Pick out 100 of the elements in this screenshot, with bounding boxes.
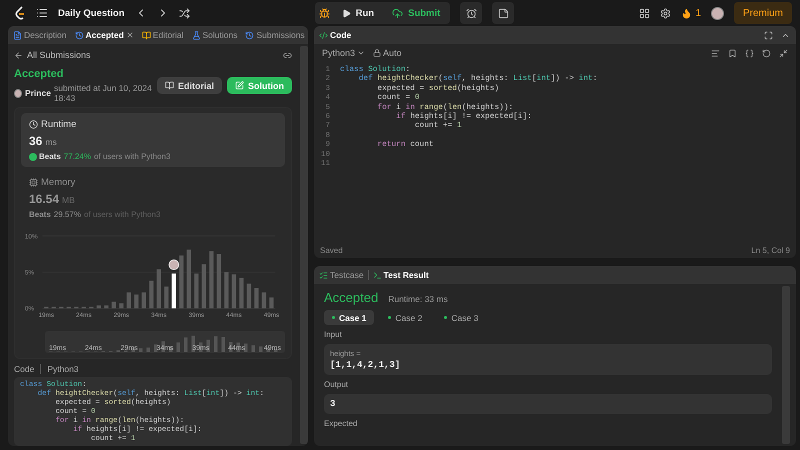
tab[interactable]: Submissions	[242, 30, 308, 40]
avatar	[168, 259, 180, 270]
histogram-bar	[172, 274, 176, 308]
back-arrow-icon[interactable]	[14, 50, 23, 60]
auto-mode-toggle[interactable]: Auto	[373, 48, 402, 58]
code-icon	[319, 30, 328, 40]
scrollbar[interactable]	[782, 286, 790, 444]
tab[interactable]: Test Result	[370, 270, 432, 280]
page-title[interactable]: Daily Question	[58, 8, 125, 18]
play-icon	[342, 8, 351, 18]
checklist-icon	[319, 270, 328, 280]
tab[interactable]: Testcase	[316, 270, 367, 280]
collapse-icon[interactable]	[779, 48, 788, 58]
avatar[interactable]	[711, 6, 724, 20]
histogram-bar	[239, 278, 244, 308]
avatar	[14, 88, 22, 98]
language-label: Python3	[47, 364, 79, 374]
cloud-upload-icon	[392, 8, 404, 18]
stat-label: Runtime	[29, 119, 277, 130]
save-status: Saved	[320, 246, 343, 255]
histogram-bar	[142, 292, 146, 308]
histogram-bar	[164, 286, 169, 308]
histogram-bar	[119, 303, 124, 308]
settings-icon[interactable]	[660, 8, 672, 18]
code-label: Code	[14, 364, 34, 374]
premium-button[interactable]: Premium	[734, 2, 792, 24]
submission-status: Accepted	[14, 68, 65, 80]
book-icon	[164, 81, 174, 90]
histogram-bar	[126, 292, 131, 308]
histogram-bar	[112, 302, 116, 308]
clock-icon	[29, 120, 38, 129]
chevron-down-icon	[357, 49, 366, 57]
stat-card[interactable]: Runtime 36 ms Beats 77.24% of users with Python3	[21, 113, 285, 167]
tab[interactable]: Description	[10, 30, 70, 40]
beats-label: Beats	[39, 152, 61, 161]
reset-icon[interactable]	[762, 48, 771, 58]
terminal-icon	[372, 270, 382, 280]
beats-label: Beats	[29, 210, 51, 219]
histogram-bar	[269, 297, 274, 308]
braces-icon[interactable]	[745, 48, 754, 58]
histogram-bar	[216, 254, 222, 308]
flame-icon	[681, 8, 692, 18]
cursor-position: Ln 5, Col 9	[751, 246, 790, 255]
tab[interactable]: Editorial	[138, 30, 187, 40]
case-tab[interactable]: Case 1	[324, 310, 374, 325]
histogram-bar	[134, 294, 138, 308]
history-icon	[245, 30, 254, 40]
histogram-bar	[254, 288, 259, 308]
note-button[interactable]	[492, 2, 514, 24]
expected-label: Expected	[324, 419, 358, 428]
maximize-icon[interactable]	[764, 30, 773, 40]
histogram-bar	[179, 255, 184, 308]
stat-unit: ms	[45, 137, 57, 147]
streak-counter[interactable]: 1	[681, 8, 701, 18]
histogram-bar	[149, 280, 154, 308]
grid-icon[interactable]	[639, 8, 650, 18]
histogram-bar	[96, 305, 101, 308]
scrollbar[interactable]	[300, 46, 308, 444]
stat-unit: MB	[62, 195, 75, 205]
tab[interactable]: Code	[316, 30, 354, 40]
stat-value: 16.54	[29, 192, 60, 206]
histogram-bar	[156, 269, 162, 308]
beats-percent: 29.57%	[54, 210, 81, 219]
user-name[interactable]: Prince	[24, 88, 51, 98]
output-value: 3	[330, 399, 336, 409]
bug-icon[interactable]	[318, 8, 330, 18]
submit-button[interactable]: Submit	[386, 8, 446, 18]
submission-time: submitted at Jun 10, 2024 18:43	[54, 83, 153, 103]
all-submissions-link[interactable]: All Submissions	[27, 50, 91, 60]
alarm-clock-button[interactable]	[460, 2, 482, 24]
note-icon	[498, 8, 509, 18]
bookmark-icon[interactable]	[728, 48, 737, 58]
alarm-clock-icon	[466, 8, 477, 18]
input-value: [1,1,4,2,1,3]	[330, 360, 402, 370]
input-label: Input	[324, 330, 343, 339]
histogram-bar	[262, 292, 266, 308]
editorial-button[interactable]: Editorial	[156, 77, 222, 94]
tab[interactable]: Solutions	[188, 30, 240, 40]
histogram-bar	[202, 264, 206, 308]
tab[interactable]: Accepted	[72, 30, 137, 40]
language-select[interactable]: Python3	[322, 48, 366, 58]
stat-label: Memory	[29, 177, 277, 188]
book-icon	[142, 30, 151, 40]
output-label: Output	[324, 380, 350, 389]
logo-icon[interactable]	[14, 6, 26, 20]
result-status: Accepted	[324, 290, 378, 305]
flask-icon	[192, 30, 201, 40]
histogram-bar	[186, 250, 192, 308]
case-tab[interactable]: Case 3	[436, 310, 486, 325]
shuffle-icon[interactable]	[178, 8, 190, 18]
link-icon[interactable]	[283, 50, 292, 60]
chip-icon	[29, 178, 38, 187]
stat-value: 36	[29, 134, 42, 148]
histogram-bar	[209, 251, 214, 308]
histogram-bar	[224, 272, 229, 308]
run-button[interactable]: Run	[336, 8, 380, 18]
runtime-text: Runtime: 33 ms	[388, 294, 448, 304]
case-tab[interactable]: Case 2	[380, 310, 430, 325]
format-icon[interactable]	[711, 48, 720, 58]
close-icon[interactable]	[126, 31, 134, 39]
